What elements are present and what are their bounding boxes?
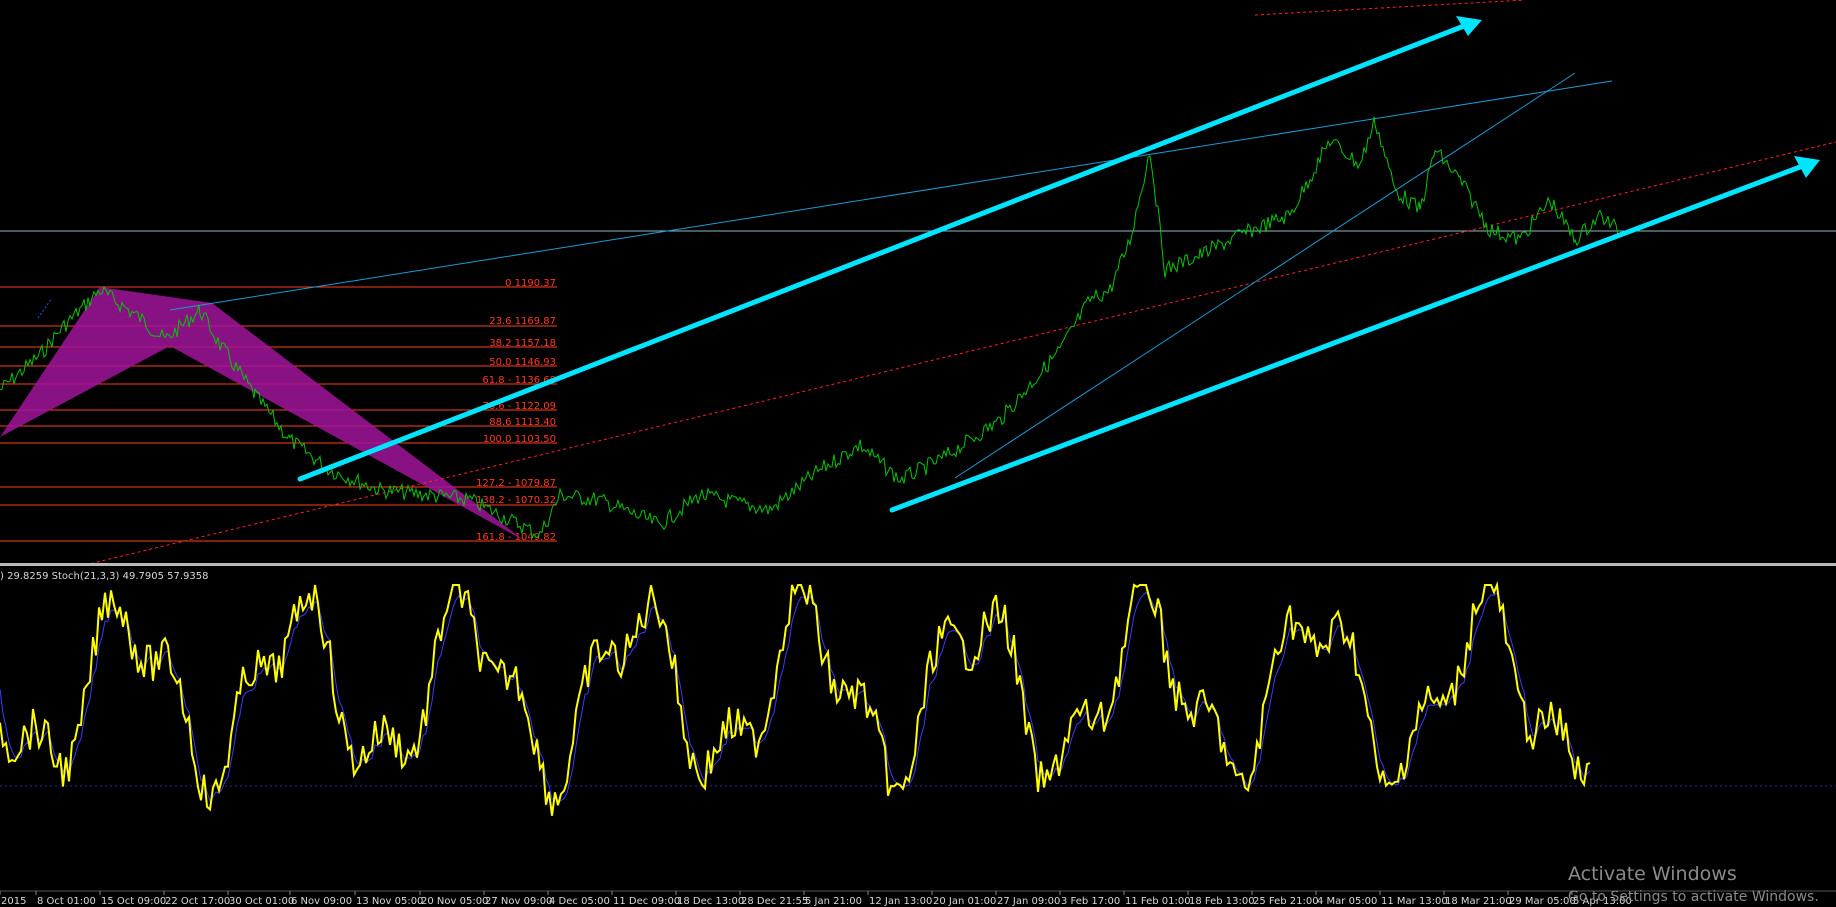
time-axis-label: 15 Oct 09:00 (101, 896, 166, 907)
fib-label: 23.6 1169.87 (489, 316, 556, 327)
activate-windows-subtitle: Go to Settings to activate Windows. (1568, 889, 1819, 905)
time-axis-label: 30 Oct 01:00 (229, 896, 294, 907)
time-axis-label: 22 Oct 17:00 (165, 896, 230, 907)
time-axis-label: 18 Dec 13:00 (677, 896, 744, 907)
time-axis-label: 4 Dec 05:00 (549, 896, 610, 907)
activate-windows-title: Activate Windows (1568, 863, 1737, 885)
fib-label: 38.2 1157.18 (489, 338, 556, 349)
time-axis-label: 11 Feb 01:00 (1125, 896, 1191, 907)
fib-label: 50.0 1146.93 (489, 357, 556, 368)
time-axis-label: 27 Jan 09:00 (997, 896, 1060, 907)
time-axis-label: 20 Jan 01:00 (933, 896, 996, 907)
time-axis-label: 6 Nov 09:00 (291, 896, 352, 907)
time-axis-label: 29 Mar 05:00 (1509, 896, 1576, 907)
time-axis-label: 27 Nov 09:00 (485, 896, 552, 907)
time-axis-label: 13 Nov 05:00 (356, 896, 423, 907)
time-axis-label: 18 Mar 21:00 (1445, 896, 1512, 907)
chart-background (0, 0, 1836, 907)
time-axis-label: 3 Feb 17:00 (1061, 896, 1120, 907)
time-axis-label: 11 Dec 09:00 (613, 896, 680, 907)
panel-separator[interactable] (0, 563, 1836, 566)
time-axis-label: 8 Oct 01:00 (37, 896, 96, 907)
time-axis-label: 11 Mar 13:00 (1381, 896, 1448, 907)
fib-label: 100.0 1103.50 (483, 434, 556, 445)
fib-label: 88.6 1113.40 (489, 417, 556, 428)
time-axis-label: 18 Feb 13:00 (1189, 896, 1255, 907)
time-axis-label: 5 Jan 21:00 (805, 896, 862, 907)
fib-label: 127.2 - 1079.87 (476, 478, 556, 489)
time-axis-label: 12 Jan 13:00 (869, 896, 932, 907)
fib-label: 0 1190.37 (505, 278, 556, 289)
fib-label: 138.2 - 1070.32 (476, 495, 556, 506)
time-axis-label: 4 Mar 05:00 (1317, 896, 1377, 907)
trading-chart[interactable]: 0 1190.37 23.6 1169.87 38.2 1157.18 50.0… (0, 0, 1836, 907)
time-axis-label: 20 Nov 05:00 (421, 896, 488, 907)
time-axis-label: 2015 (1, 896, 26, 907)
time-axis-label: 28 Dec 21:55 (741, 896, 808, 907)
time-axis-label: 25 Feb 21:00 (1253, 896, 1319, 907)
stochastic-header: ) 29.8259 Stoch(21,3,3) 49.7905 57.9358 (0, 571, 209, 582)
fib-label: 161.8 - 1049.82 (476, 532, 556, 543)
